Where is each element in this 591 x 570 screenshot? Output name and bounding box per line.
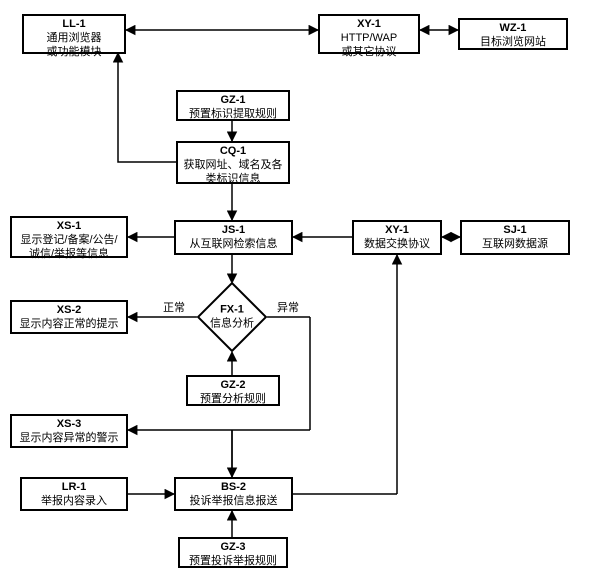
node-js1: JS-1 从互联网检索信息 xyxy=(174,220,293,255)
node-text: 数据交换协议 xyxy=(356,238,438,252)
node-text: 通用浏览器或功能模块 xyxy=(26,32,122,60)
node-xs3: XS-3 显示内容异常的警示 xyxy=(10,414,128,448)
node-xy1a: XY-1 HTTP/WAP或其它协议 xyxy=(318,14,420,54)
node-code: GZ-1 xyxy=(180,94,286,108)
node-code: XY-1 xyxy=(356,224,438,238)
node-text: 显示内容异常的警示 xyxy=(14,432,124,446)
node-code: GZ-3 xyxy=(182,541,284,555)
node-code: XS-1 xyxy=(14,220,124,234)
node-text: 预置标识提取规则 xyxy=(180,108,286,122)
node-code: GZ-2 xyxy=(190,379,276,393)
node-code: LR-1 xyxy=(24,481,124,495)
node-code: LL-1 xyxy=(26,18,122,32)
node-text: 预置投诉举报规则 xyxy=(182,555,284,569)
node-xs1: XS-1 显示登记/备案/公告/诚信/举报等信息 xyxy=(10,216,128,258)
node-code: WZ-1 xyxy=(462,22,564,36)
node-text: 预置分析规则 xyxy=(190,393,276,407)
node-gz3: GZ-3 预置投诉举报规则 xyxy=(178,537,288,568)
node-sj1: SJ-1 互联网数据源 xyxy=(460,220,570,255)
node-text: HTTP/WAP或其它协议 xyxy=(322,32,416,60)
node-code: BS-2 xyxy=(178,481,289,495)
node-code: XS-2 xyxy=(14,304,124,318)
node-cq1: CQ-1 获取网址、域名及各类标识信息 xyxy=(176,141,290,184)
flowchart-canvas: LL-1 通用浏览器或功能模块 XY-1 HTTP/WAP或其它协议 WZ-1 … xyxy=(0,0,591,570)
node-wz1: WZ-1 目标浏览网站 xyxy=(458,18,568,50)
node-code: JS-1 xyxy=(178,224,289,238)
node-code: XS-3 xyxy=(14,418,124,432)
node-text: 显示登记/备案/公告/诚信/举报等信息 xyxy=(14,234,124,262)
edge-label-normal: 正常 xyxy=(162,299,186,315)
node-text: 信息分析 xyxy=(187,317,277,331)
node-gz1: GZ-1 预置标识提取规则 xyxy=(176,90,290,121)
node-xs2: XS-2 显示内容正常的提示 xyxy=(10,300,128,334)
node-ll1: LL-1 通用浏览器或功能模块 xyxy=(22,14,126,54)
edge-label-abnormal: 异常 xyxy=(276,299,300,315)
node-text: 显示内容正常的提示 xyxy=(14,318,124,332)
node-text: 举报内容录入 xyxy=(24,495,124,509)
node-xy1b: XY-1 数据交换协议 xyxy=(352,220,442,255)
node-code: FX-1 xyxy=(187,303,277,317)
node-text: 投诉举报信息报送 xyxy=(178,495,289,509)
node-bs2: BS-2 投诉举报信息报送 xyxy=(174,477,293,511)
node-lr1: LR-1 举报内容录入 xyxy=(20,477,128,511)
node-text: 互联网数据源 xyxy=(464,238,566,252)
node-text: 目标浏览网站 xyxy=(462,36,564,50)
node-code: SJ-1 xyxy=(464,224,566,238)
node-text: 从互联网检索信息 xyxy=(178,238,289,252)
node-code: CQ-1 xyxy=(180,145,286,159)
node-gz2: GZ-2 预置分析规则 xyxy=(186,375,280,406)
node-text: 获取网址、域名及各类标识信息 xyxy=(180,159,286,187)
node-code: XY-1 xyxy=(322,18,416,32)
node-fx1: FX-1 信息分析 xyxy=(207,292,257,342)
